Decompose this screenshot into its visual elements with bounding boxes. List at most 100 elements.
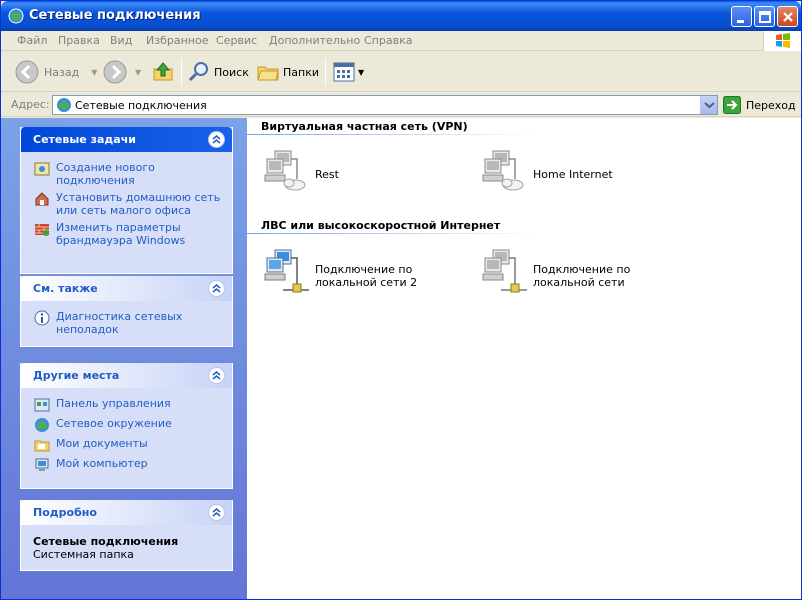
network-tasks-title: Сетевые задачи	[33, 133, 136, 146]
menu-bar: Файл Правка Вид Избранное Сервис Дополни…	[1, 31, 801, 51]
up-button[interactable]	[151, 58, 175, 86]
views-dropdown-icon[interactable]: ▼	[358, 68, 364, 77]
minimize-button[interactable]	[731, 6, 752, 27]
see-also-header[interactable]: См. также	[21, 276, 232, 301]
vpn-connection-icon	[481, 149, 529, 197]
back-arrow-icon	[15, 60, 39, 84]
back-dropdown-icon[interactable]: ▼	[91, 68, 97, 77]
network-connections-icon	[8, 8, 24, 24]
place-my-documents[interactable]: Мои документы	[21, 437, 232, 453]
menu-file[interactable]: Файл	[17, 34, 47, 47]
group-title-lan: ЛВС или высокоскоростной Интернет	[261, 219, 501, 232]
other-places-header[interactable]: Другие места	[21, 363, 232, 388]
task-create-connection[interactable]: Создание нового подключения	[21, 161, 232, 187]
minimize-icon	[737, 20, 744, 23]
go-label: Переход	[746, 98, 796, 112]
explorer-window: Сетевые подключения Файл Правка Вид Избр…	[0, 0, 802, 600]
control-panel-icon	[34, 397, 50, 413]
details-header[interactable]: Подробно	[21, 500, 232, 525]
lan-connection-disabled-icon	[481, 248, 529, 296]
chevron-down-icon	[704, 102, 715, 109]
address-input[interactable]: Сетевые подключения	[52, 95, 718, 115]
toolbar: Назад ▼ ▼ Поиск Папки ▼	[1, 52, 801, 92]
group-divider	[247, 134, 537, 135]
connection-item-lan[interactable]: Подключение по локальной сети	[465, 248, 675, 300]
views-button[interactable]: ▼	[332, 58, 364, 86]
window-title: Сетевые подключения	[29, 8, 201, 23]
network-tasks-panel: Сетевые задачи Создание нового подключен…	[20, 127, 233, 274]
connection-item-lan[interactable]: Подключение по локальной сети 2	[247, 248, 457, 300]
details-title: Подробно	[33, 506, 97, 519]
details-name: Сетевые подключения	[33, 535, 179, 548]
menu-edit[interactable]: Правка	[58, 34, 100, 47]
new-connection-icon	[34, 161, 50, 177]
forward-button[interactable]: ▼	[103, 58, 141, 86]
close-icon	[783, 12, 793, 22]
go-button[interactable]: Переход	[723, 95, 796, 115]
task-firewall-settings[interactable]: Изменить параметры брандмауэра Windows	[21, 221, 232, 247]
details-panel: Подробно Сетевые подключения Системная п…	[20, 500, 233, 571]
views-icon	[333, 62, 355, 82]
connection-item-vpn[interactable]: Home Internet	[465, 149, 675, 201]
documents-folder-icon	[34, 437, 50, 453]
back-button[interactable]: Назад ▼	[15, 58, 97, 86]
title-bar[interactable]: Сетевые подключения	[1, 1, 801, 31]
windows-logo-icon	[763, 31, 801, 51]
network-tasks-header[interactable]: Сетевые задачи	[21, 127, 232, 152]
go-arrow-icon	[723, 96, 741, 114]
maximize-icon	[759, 11, 771, 23]
place-my-computer[interactable]: Мой компьютер	[21, 457, 232, 473]
menu-advanced[interactable]: Дополнительно	[269, 34, 360, 47]
toolbar-separator	[181, 58, 182, 86]
folders-button[interactable]: Папки	[256, 58, 319, 86]
collapse-chevron-icon[interactable]	[208, 504, 225, 521]
connection-label: Home Internet	[533, 168, 613, 181]
vpn-connection-icon	[263, 149, 311, 197]
see-also-panel: См. также Диагностика сетевых неполадок	[20, 276, 233, 347]
place-control-panel[interactable]: Панель управления	[21, 397, 232, 413]
menu-favorites[interactable]: Избранное	[146, 34, 208, 47]
address-label: Адрес:	[11, 98, 50, 111]
folders-label: Папки	[283, 65, 319, 79]
other-places-panel: Другие места Панель управления Сетевое о…	[20, 363, 233, 489]
connection-item-vpn[interactable]: Rest	[247, 149, 457, 201]
search-label: Поиск	[214, 65, 249, 79]
connections-view: Виртуальная частная сеть (VPN) Rest Home…	[247, 118, 801, 599]
task-pane: Сетевые задачи Создание нового подключен…	[1, 118, 247, 599]
other-places-title: Другие места	[33, 369, 120, 382]
search-icon	[188, 62, 208, 82]
collapse-chevron-icon[interactable]	[208, 131, 225, 148]
address-dropdown-button[interactable]	[700, 96, 717, 114]
folders-icon	[257, 66, 279, 81]
connection-label: Подключение по локальной сети 2	[315, 263, 418, 289]
forward-arrow-icon	[103, 60, 127, 84]
menu-view[interactable]: Вид	[110, 34, 132, 47]
connection-label: Rest	[315, 168, 339, 181]
see-also-title: См. также	[33, 282, 98, 295]
collapse-chevron-icon[interactable]	[208, 367, 225, 384]
connection-label: Подключение по локальной сети	[533, 263, 631, 289]
back-label: Назад	[44, 65, 80, 79]
group-title-vpn: Виртуальная частная сеть (VPN)	[261, 120, 468, 133]
address-value: Сетевые подключения	[75, 99, 207, 112]
forward-dropdown-icon[interactable]: ▼	[135, 68, 141, 77]
lan-connection-icon	[263, 248, 311, 296]
network-globe-icon	[34, 417, 50, 433]
close-button[interactable]	[777, 6, 798, 27]
address-bar: Адрес: Сетевые подключения Переход	[1, 93, 801, 117]
home-network-icon	[34, 191, 50, 207]
computer-icon	[34, 457, 50, 473]
task-home-network[interactable]: Установить домашнюю сеть или сеть малого…	[21, 191, 232, 217]
place-network-neighborhood[interactable]: Сетевое окружение	[21, 417, 232, 433]
details-type: Системная папка	[33, 548, 134, 561]
network-connections-icon	[57, 98, 71, 112]
task-network-diagnostics[interactable]: Диагностика сетевых неполадок	[21, 310, 232, 336]
maximize-button[interactable]	[754, 6, 775, 27]
collapse-chevron-icon[interactable]	[208, 280, 225, 297]
folder-up-icon	[153, 62, 173, 81]
menu-tools[interactable]: Сервис	[216, 34, 257, 47]
group-divider	[247, 233, 537, 234]
toolbar-separator	[325, 58, 326, 86]
menu-help[interactable]: Справка	[364, 34, 412, 47]
search-button[interactable]: Поиск	[187, 58, 249, 86]
